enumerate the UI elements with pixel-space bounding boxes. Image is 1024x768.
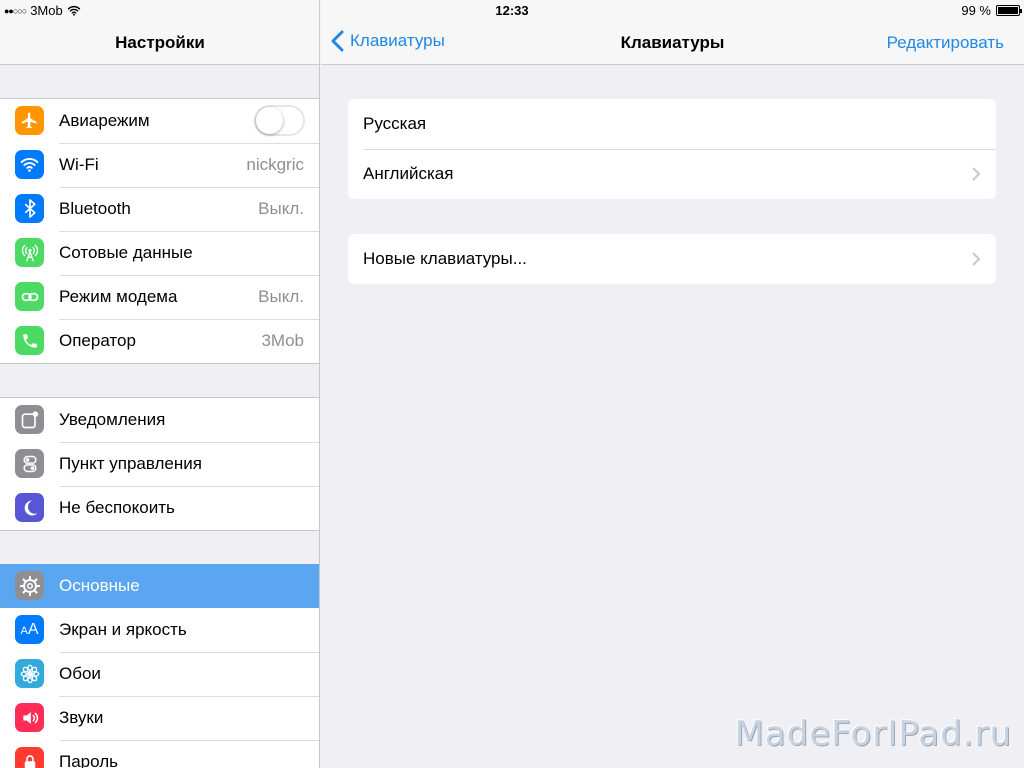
settings-row-cellular[interactable]: Сотовые данные xyxy=(0,231,319,275)
settings-row-wifi[interactable]: Wi-Fi nickgric xyxy=(0,143,319,187)
chevron-right-icon xyxy=(972,252,980,266)
battery-fill xyxy=(998,7,1018,14)
edit-button[interactable]: Редактировать xyxy=(887,33,1004,53)
keyboard-label: Русская xyxy=(363,114,427,133)
settings-row-carrier[interactable]: Оператор 3Mob xyxy=(0,319,319,363)
settings-row-wallpaper[interactable]: Обои xyxy=(0,652,319,696)
settings-row-label: Сотовые данные xyxy=(59,243,193,262)
status-bar: ●●○○○ 3Mob 12:33 99 % xyxy=(0,0,1024,20)
toggle-knob xyxy=(256,107,283,134)
settings-row-hotspot[interactable]: Режим модема Выкл. xyxy=(0,275,319,319)
new-keyboard-list: Новые клавиатуры... xyxy=(348,234,996,284)
notifications-icon xyxy=(15,405,44,434)
keyboards-list: Русская Английская xyxy=(348,99,996,199)
settings-master-pane: Настройки Авиарежим Wi-Fi nickgric Bluet… xyxy=(0,0,320,768)
speaker-icon xyxy=(15,703,44,732)
bluetooth-icon xyxy=(15,194,44,223)
settings-row-label: Обои xyxy=(59,664,101,683)
settings-row-notifications[interactable]: Уведомления xyxy=(0,398,319,442)
battery-percent: 99 % xyxy=(961,3,991,18)
airplane-icon xyxy=(15,106,44,135)
bluetooth-value: Выкл. xyxy=(258,199,304,218)
keyboard-row-english[interactable]: Английская xyxy=(348,149,996,199)
settings-row-control-center[interactable]: Пункт управления xyxy=(0,442,319,486)
hotspot-icon xyxy=(15,282,44,311)
settings-row-label: Пункт управления xyxy=(59,454,202,473)
chevron-right-icon xyxy=(972,167,980,181)
settings-row-label: Wi-Fi xyxy=(59,155,99,174)
settings-row-passcode[interactable]: Пароль xyxy=(0,740,319,768)
settings-row-label: Не беспокоить xyxy=(59,498,175,517)
gear-icon xyxy=(15,571,44,600)
new-keyboard-label: Новые клавиатуры... xyxy=(363,249,527,268)
settings-row-bluetooth[interactable]: Bluetooth Выкл. xyxy=(0,187,319,231)
wifi-icon xyxy=(15,150,44,179)
control-center-icon xyxy=(15,449,44,478)
settings-row-display[interactable]: AA Экран и яркость xyxy=(0,608,319,652)
settings-row-label: Звуки xyxy=(59,708,104,727)
text-size-icon: AA xyxy=(15,615,44,644)
settings-row-general[interactable]: Основные xyxy=(0,564,319,608)
settings-group-notifications: Уведомления Пункт управления Не беспокои… xyxy=(0,397,319,531)
status-right: 99 % xyxy=(961,3,1022,18)
moon-icon xyxy=(15,493,44,522)
settings-row-label: Основные xyxy=(59,576,140,595)
hotspot-value: Выкл. xyxy=(258,287,304,306)
phone-icon xyxy=(15,326,44,355)
settings-row-label: Пароль xyxy=(59,752,118,768)
settings-row-label: Экран и яркость xyxy=(59,620,187,639)
settings-row-label: Уведомления xyxy=(59,410,166,429)
status-time: 12:33 xyxy=(495,3,529,18)
keyboard-row-russian[interactable]: Русская xyxy=(348,99,996,149)
settings-row-do-not-disturb[interactable]: Не беспокоить xyxy=(0,486,319,530)
settings-group-connectivity: Авиарежим Wi-Fi nickgric Bluetooth Выкл.… xyxy=(0,98,319,364)
lock-icon xyxy=(15,747,44,768)
settings-group-general: Основные AA Экран и яркость Обои Звуки П… xyxy=(0,564,319,768)
watermark-logo: MadeForIPad.ru xyxy=(734,714,1012,754)
master-title: Настройки xyxy=(115,33,205,52)
text-size-glyph: A xyxy=(20,625,28,637)
airplane-toggle[interactable] xyxy=(254,105,305,136)
new-keyboard-row[interactable]: Новые клавиатуры... xyxy=(348,234,996,284)
settings-row-label: Авиарежим xyxy=(59,111,150,130)
antenna-icon xyxy=(15,238,44,267)
settings-row-label: Bluetooth xyxy=(59,199,131,218)
wallpaper-flower-icon xyxy=(15,659,44,688)
keyboard-label: Английская xyxy=(363,164,454,183)
wifi-network-value: nickgric xyxy=(246,155,304,174)
carrier-value: 3Mob xyxy=(261,331,304,350)
text-size-glyph: A xyxy=(27,620,39,638)
settings-row-airplane[interactable]: Авиарежим xyxy=(0,99,319,143)
battery-icon xyxy=(996,5,1022,16)
settings-row-label: Оператор xyxy=(59,331,136,350)
settings-row-sounds[interactable]: Звуки xyxy=(0,696,319,740)
settings-row-label: Режим модема xyxy=(59,287,178,306)
